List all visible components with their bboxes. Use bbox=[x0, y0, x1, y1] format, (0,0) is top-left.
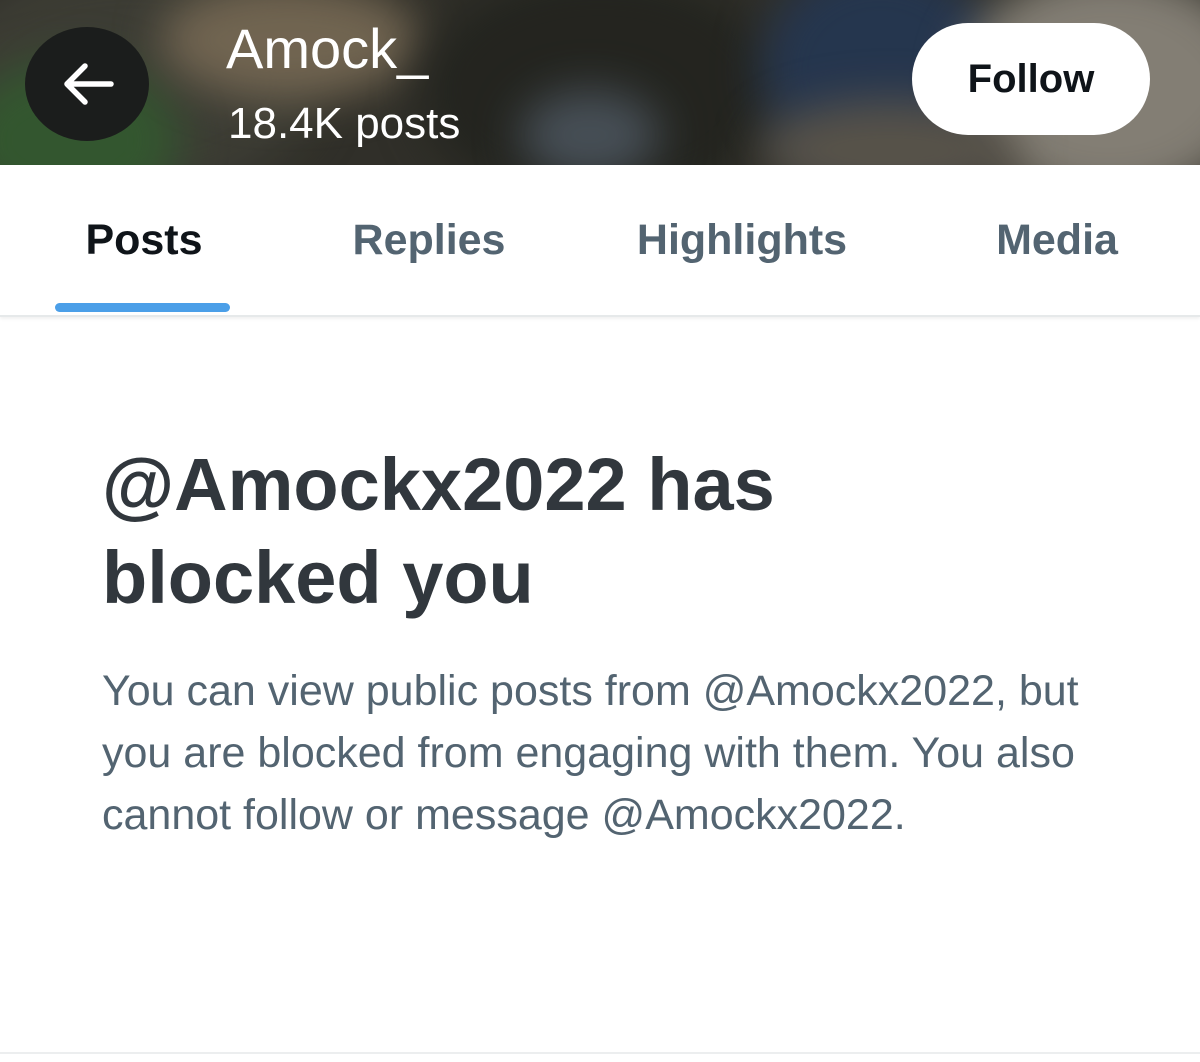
tab-posts[interactable]: Posts bbox=[40, 165, 248, 315]
arrow-left-icon bbox=[59, 60, 115, 108]
blocked-description: You can view public posts from @Amockx20… bbox=[102, 667, 1079, 839]
active-tab-indicator bbox=[55, 303, 230, 312]
divider bbox=[0, 1052, 1200, 1054]
profile-header: Amock_ 18.4K posts Follow bbox=[0, 0, 1200, 165]
blocked-title: @Amockx2022 has blocked you bbox=[102, 443, 775, 619]
tab-media[interactable]: Media bbox=[960, 165, 1154, 315]
profile-name: Amock_ bbox=[226, 17, 429, 80]
tab-highlights[interactable]: Highlights bbox=[600, 165, 884, 315]
tab-replies[interactable]: Replies bbox=[320, 165, 538, 315]
profile-tabs: Posts Replies Highlights Media bbox=[0, 165, 1200, 317]
post-count: 18.4K posts bbox=[228, 99, 461, 148]
back-button[interactable] bbox=[25, 27, 149, 141]
follow-button[interactable]: Follow bbox=[912, 23, 1150, 135]
